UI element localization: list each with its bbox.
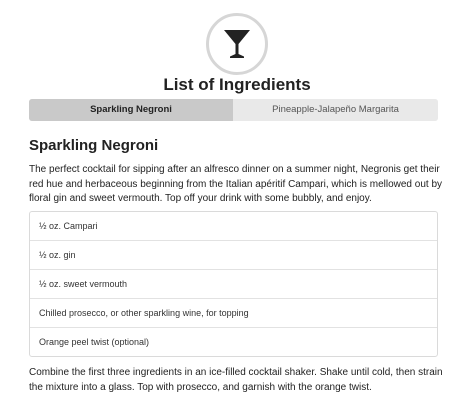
logo xyxy=(206,13,268,75)
ingredient-item-gin: ½ oz. gin xyxy=(30,241,437,270)
tab-pineapple-jalapeno-margarita[interactable]: Pineapple-Jalapeño Margarita xyxy=(233,99,438,121)
tab-sparkling-negroni[interactable]: Sparkling Negroni xyxy=(29,99,233,121)
page-title: List of Ingredients xyxy=(163,75,311,94)
ingredient-item-campari: ½ oz. Campari xyxy=(30,212,437,241)
recipe-tabs: Sparkling Negroni Pineapple-Jalapeño Mar… xyxy=(29,99,438,121)
ingredient-item-orange-peel: Orange peel twist (optional) xyxy=(39,337,150,347)
recipe-description: The perfect cocktail for sipping after a… xyxy=(29,164,443,204)
recipe-instructions: Combine the first three ingredients in a… xyxy=(29,367,443,393)
recipe-title: Sparkling Negroni xyxy=(29,137,159,154)
ingredient-list: ½ oz. Campari ½ oz. gin ½ oz. sweet verm… xyxy=(29,211,438,357)
cocktail-glass-icon xyxy=(224,30,250,58)
ingredient-item-sweet-vermouth: ½ oz. sweet vermouth xyxy=(30,270,437,299)
ingredient-item-prosecco: Chilled prosecco, or other sparkling win… xyxy=(30,299,437,328)
